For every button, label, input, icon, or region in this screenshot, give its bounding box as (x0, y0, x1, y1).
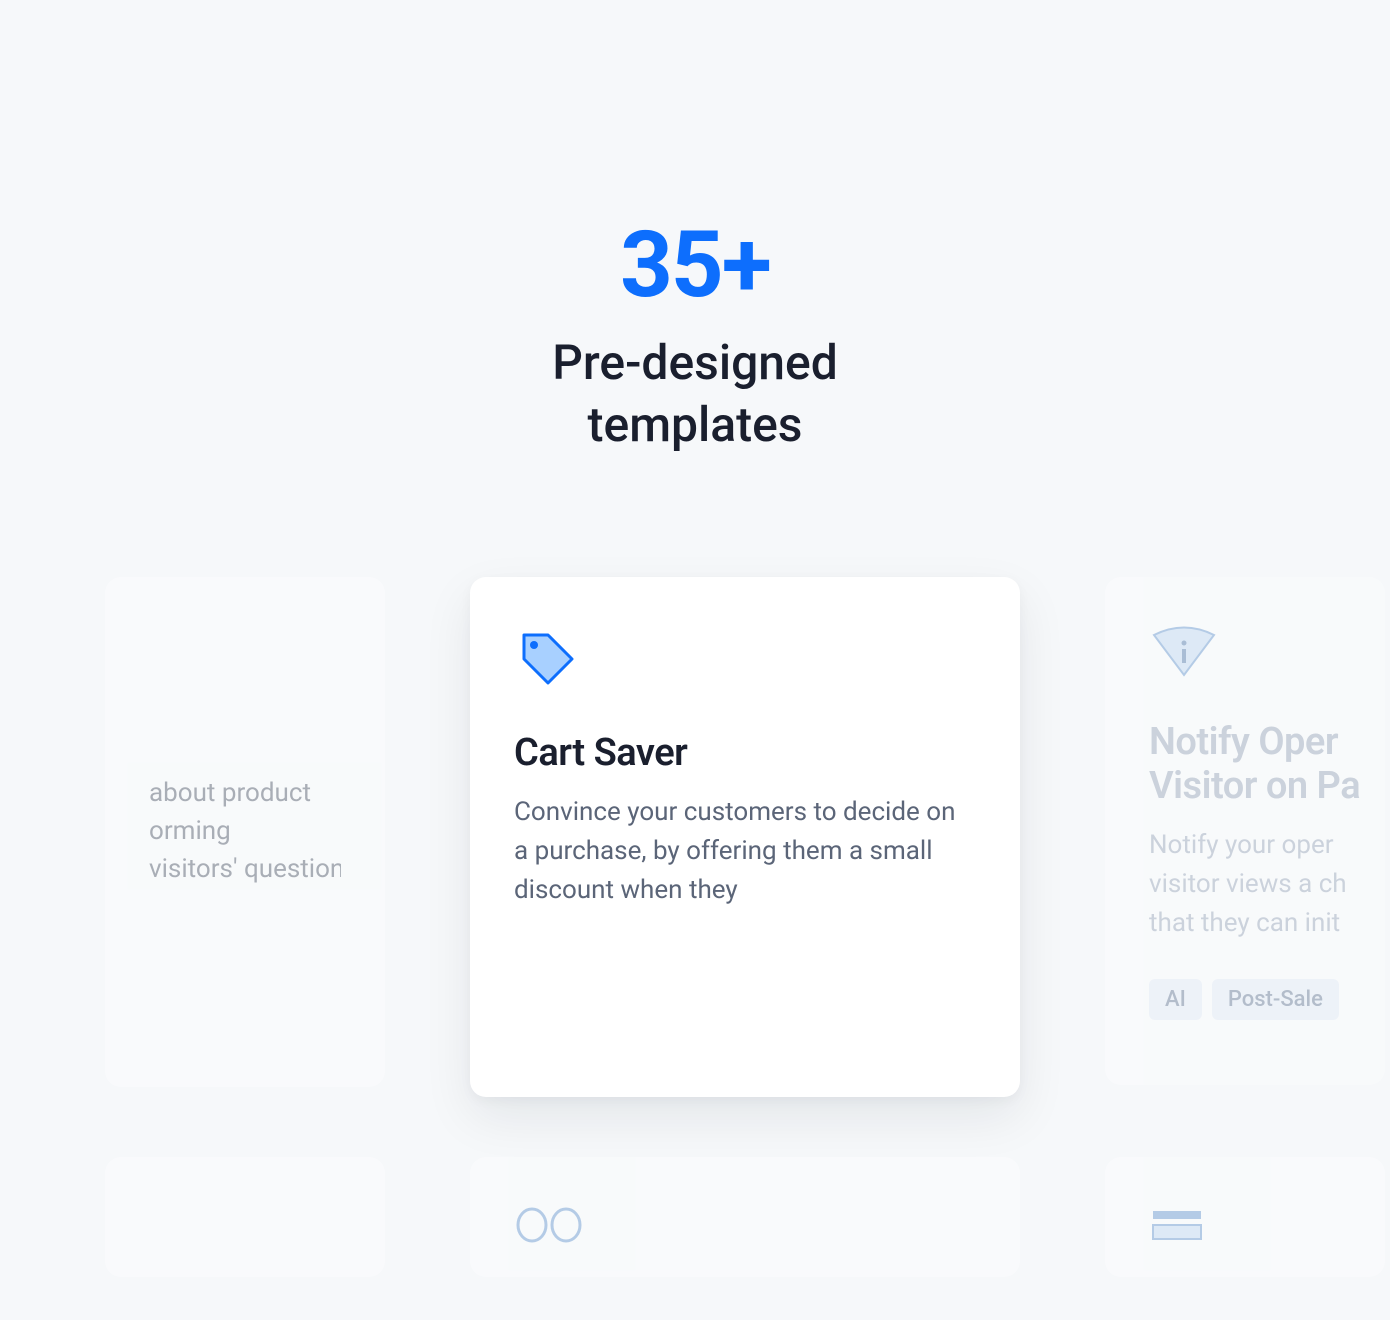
template-card-stub[interactable] (470, 1157, 1020, 1277)
card-description: Convince your customers to decide on a p… (514, 793, 976, 910)
card-title: Cart Saver (514, 731, 976, 775)
card-icon (1149, 1205, 1205, 1249)
eyes-icon (514, 1205, 584, 1249)
wifi-info-icon (1149, 625, 1341, 684)
template-card-notify-operator[interactable]: Notify Oper Visitor on Pa Notify your op… (1105, 577, 1385, 1085)
card-title: Notify Oper Visitor on Pa (1149, 720, 1341, 808)
card-description: about product orming visitors' questions (149, 775, 341, 888)
section-header: 35+ Pre-designed templates (0, 220, 1390, 457)
template-cards-row-2 (0, 1157, 1390, 1277)
card-description: Notify your oper visitor views a ch that… (1149, 826, 1341, 943)
badge-ai: AI (1149, 979, 1202, 1020)
template-card-stub[interactable] (105, 1157, 385, 1277)
template-card-partial-left[interactable]: about product orming visitors' questions (105, 577, 385, 1087)
tag-icon (514, 625, 976, 695)
card-badges: AI Post-Sale (1149, 979, 1341, 1020)
section-subtitle: Pre-designed templates (0, 332, 1390, 457)
template-count: 35+ (0, 220, 1390, 312)
template-card-cart-saver[interactable]: Cart Saver Convince your customers to de… (470, 577, 1020, 1097)
badge-post-sale: Post-Sale (1212, 979, 1339, 1020)
template-card-stub[interactable] (1105, 1157, 1385, 1277)
template-cards-row: about product orming visitors' questions… (0, 577, 1390, 1097)
templates-section: 35+ Pre-designed templates about product… (0, 0, 1390, 1320)
